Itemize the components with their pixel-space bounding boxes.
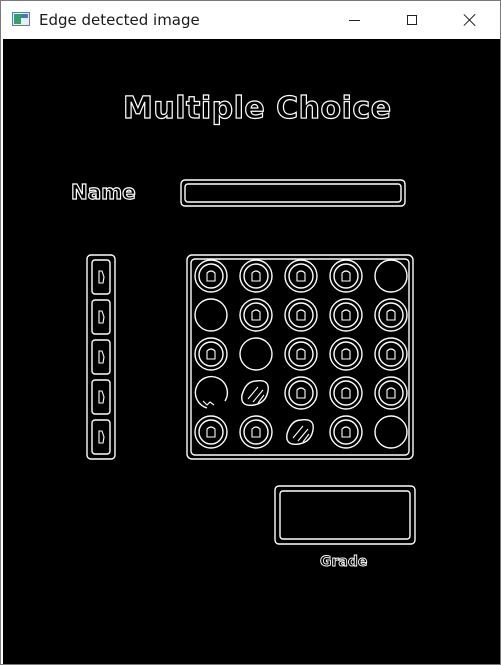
bubble-mark-edge xyxy=(341,426,351,438)
bubble-inner-edge xyxy=(198,263,224,289)
bubble-inner-edge xyxy=(288,341,314,367)
bubble-inner-edge xyxy=(198,419,224,445)
edge-drawing xyxy=(86,179,416,545)
bubble-mark-edge xyxy=(206,348,216,360)
number-cell-edge xyxy=(91,259,111,295)
bubble-inner-edge xyxy=(378,380,404,406)
title-bar[interactable]: Edge detected image xyxy=(1,1,500,39)
number-digit-edge xyxy=(98,270,105,284)
minimize-button[interactable] xyxy=(331,1,377,39)
number-digit-edge xyxy=(98,430,105,444)
maximize-button[interactable] xyxy=(389,1,435,39)
bubble-inner-edge xyxy=(288,263,314,289)
bubble-mark-edge xyxy=(386,348,396,360)
bubble-mark-edge xyxy=(251,426,261,438)
number-cell-edge xyxy=(91,339,111,375)
bubble-ring-edge xyxy=(329,298,363,332)
empty-bubble-edge xyxy=(194,298,228,332)
number-digit-edge xyxy=(98,310,105,324)
bubble-ring-edge xyxy=(239,415,273,449)
name-field-inner-edge xyxy=(184,183,402,203)
number-cell-edge xyxy=(91,419,111,455)
bubble-mark-edge xyxy=(296,348,306,360)
bubble-ring-edge xyxy=(284,376,318,410)
grade-box-inner-edge xyxy=(279,490,411,540)
app-icon xyxy=(12,12,30,26)
bubble-ring-edge xyxy=(284,259,318,293)
bubble-ring-edge xyxy=(329,337,363,371)
bubble-mark-edge xyxy=(341,387,351,399)
bubble-inner-edge xyxy=(333,263,359,289)
bubble-ring-edge xyxy=(284,337,318,371)
bubble-inner-edge xyxy=(378,341,404,367)
bubble-ring-edge xyxy=(374,337,408,371)
app-window: Edge detected image Multiple Choice Name… xyxy=(0,0,501,665)
scribble-outline-edge xyxy=(241,380,269,406)
bubble-inner-edge xyxy=(378,302,404,328)
name-label: Name xyxy=(70,179,136,204)
bubble-mark-edge xyxy=(296,309,306,321)
bubble-mark-edge xyxy=(206,270,216,282)
bubble-mark-edge xyxy=(296,387,306,399)
window-title: Edge detected image xyxy=(39,11,200,29)
grade-label: Grade xyxy=(320,554,368,571)
bubble-ring-edge xyxy=(194,415,228,449)
bubble-inner-edge xyxy=(333,380,359,406)
bubble-mark-edge xyxy=(341,309,351,321)
bubble-inner-edge xyxy=(198,341,224,367)
bubble-inner-edge xyxy=(333,302,359,328)
empty-bubble-edge xyxy=(374,259,408,293)
bubble-inner-edge xyxy=(288,380,314,406)
bubble-mark-edge xyxy=(386,309,396,321)
scribble-outline-edge xyxy=(286,419,314,445)
bubble-ring-edge xyxy=(239,298,273,332)
bubble-inner-edge xyxy=(333,341,359,367)
bubble-inner-edge xyxy=(243,419,269,445)
bubble-mark-edge xyxy=(296,270,306,282)
number-column-outer-edge xyxy=(86,254,116,460)
close-icon xyxy=(463,13,477,27)
bubble-inner-edge xyxy=(288,302,314,328)
empty-bubble-edge xyxy=(239,337,273,371)
bubble-ring-edge xyxy=(374,298,408,332)
scribble-line-edge xyxy=(292,425,310,443)
bubble-ring-edge xyxy=(329,415,363,449)
bubble-ring-edge xyxy=(329,376,363,410)
number-digit-edge xyxy=(98,390,105,404)
number-digit-edge xyxy=(98,350,105,364)
bubble-mark-edge xyxy=(341,270,351,282)
number-cell-edge xyxy=(91,299,111,335)
empty-bubble-edge xyxy=(374,415,408,449)
edge-image-canvas: Multiple Choice Name Grade xyxy=(3,39,500,664)
bubble-inner-edge xyxy=(243,263,269,289)
bubble-mark-edge xyxy=(386,387,396,399)
bubble-ring-edge xyxy=(374,376,408,410)
number-cell-edge xyxy=(91,379,111,415)
bubble-inner-edge xyxy=(243,302,269,328)
bubble-ring-edge xyxy=(284,298,318,332)
minimize-icon xyxy=(348,19,360,21)
bubble-ring-edge xyxy=(194,337,228,371)
bubble-mark-edge xyxy=(206,426,216,438)
bubble-ring-edge xyxy=(194,259,228,293)
bubble-inner-edge xyxy=(333,419,359,445)
broken-bubble-mark-edge xyxy=(202,400,215,406)
bubble-mark-edge xyxy=(341,348,351,360)
sheet-heading: Multiple Choice xyxy=(122,90,392,126)
bubble-mark-edge xyxy=(251,270,261,282)
close-button[interactable] xyxy=(447,1,493,39)
scribble-line-edge xyxy=(247,386,265,404)
bubble-ring-edge xyxy=(239,259,273,293)
grade-box-outer-edge xyxy=(274,485,416,545)
maximize-icon xyxy=(407,15,417,25)
bubble-ring-edge xyxy=(329,259,363,293)
bubble-mark-edge xyxy=(251,309,261,321)
